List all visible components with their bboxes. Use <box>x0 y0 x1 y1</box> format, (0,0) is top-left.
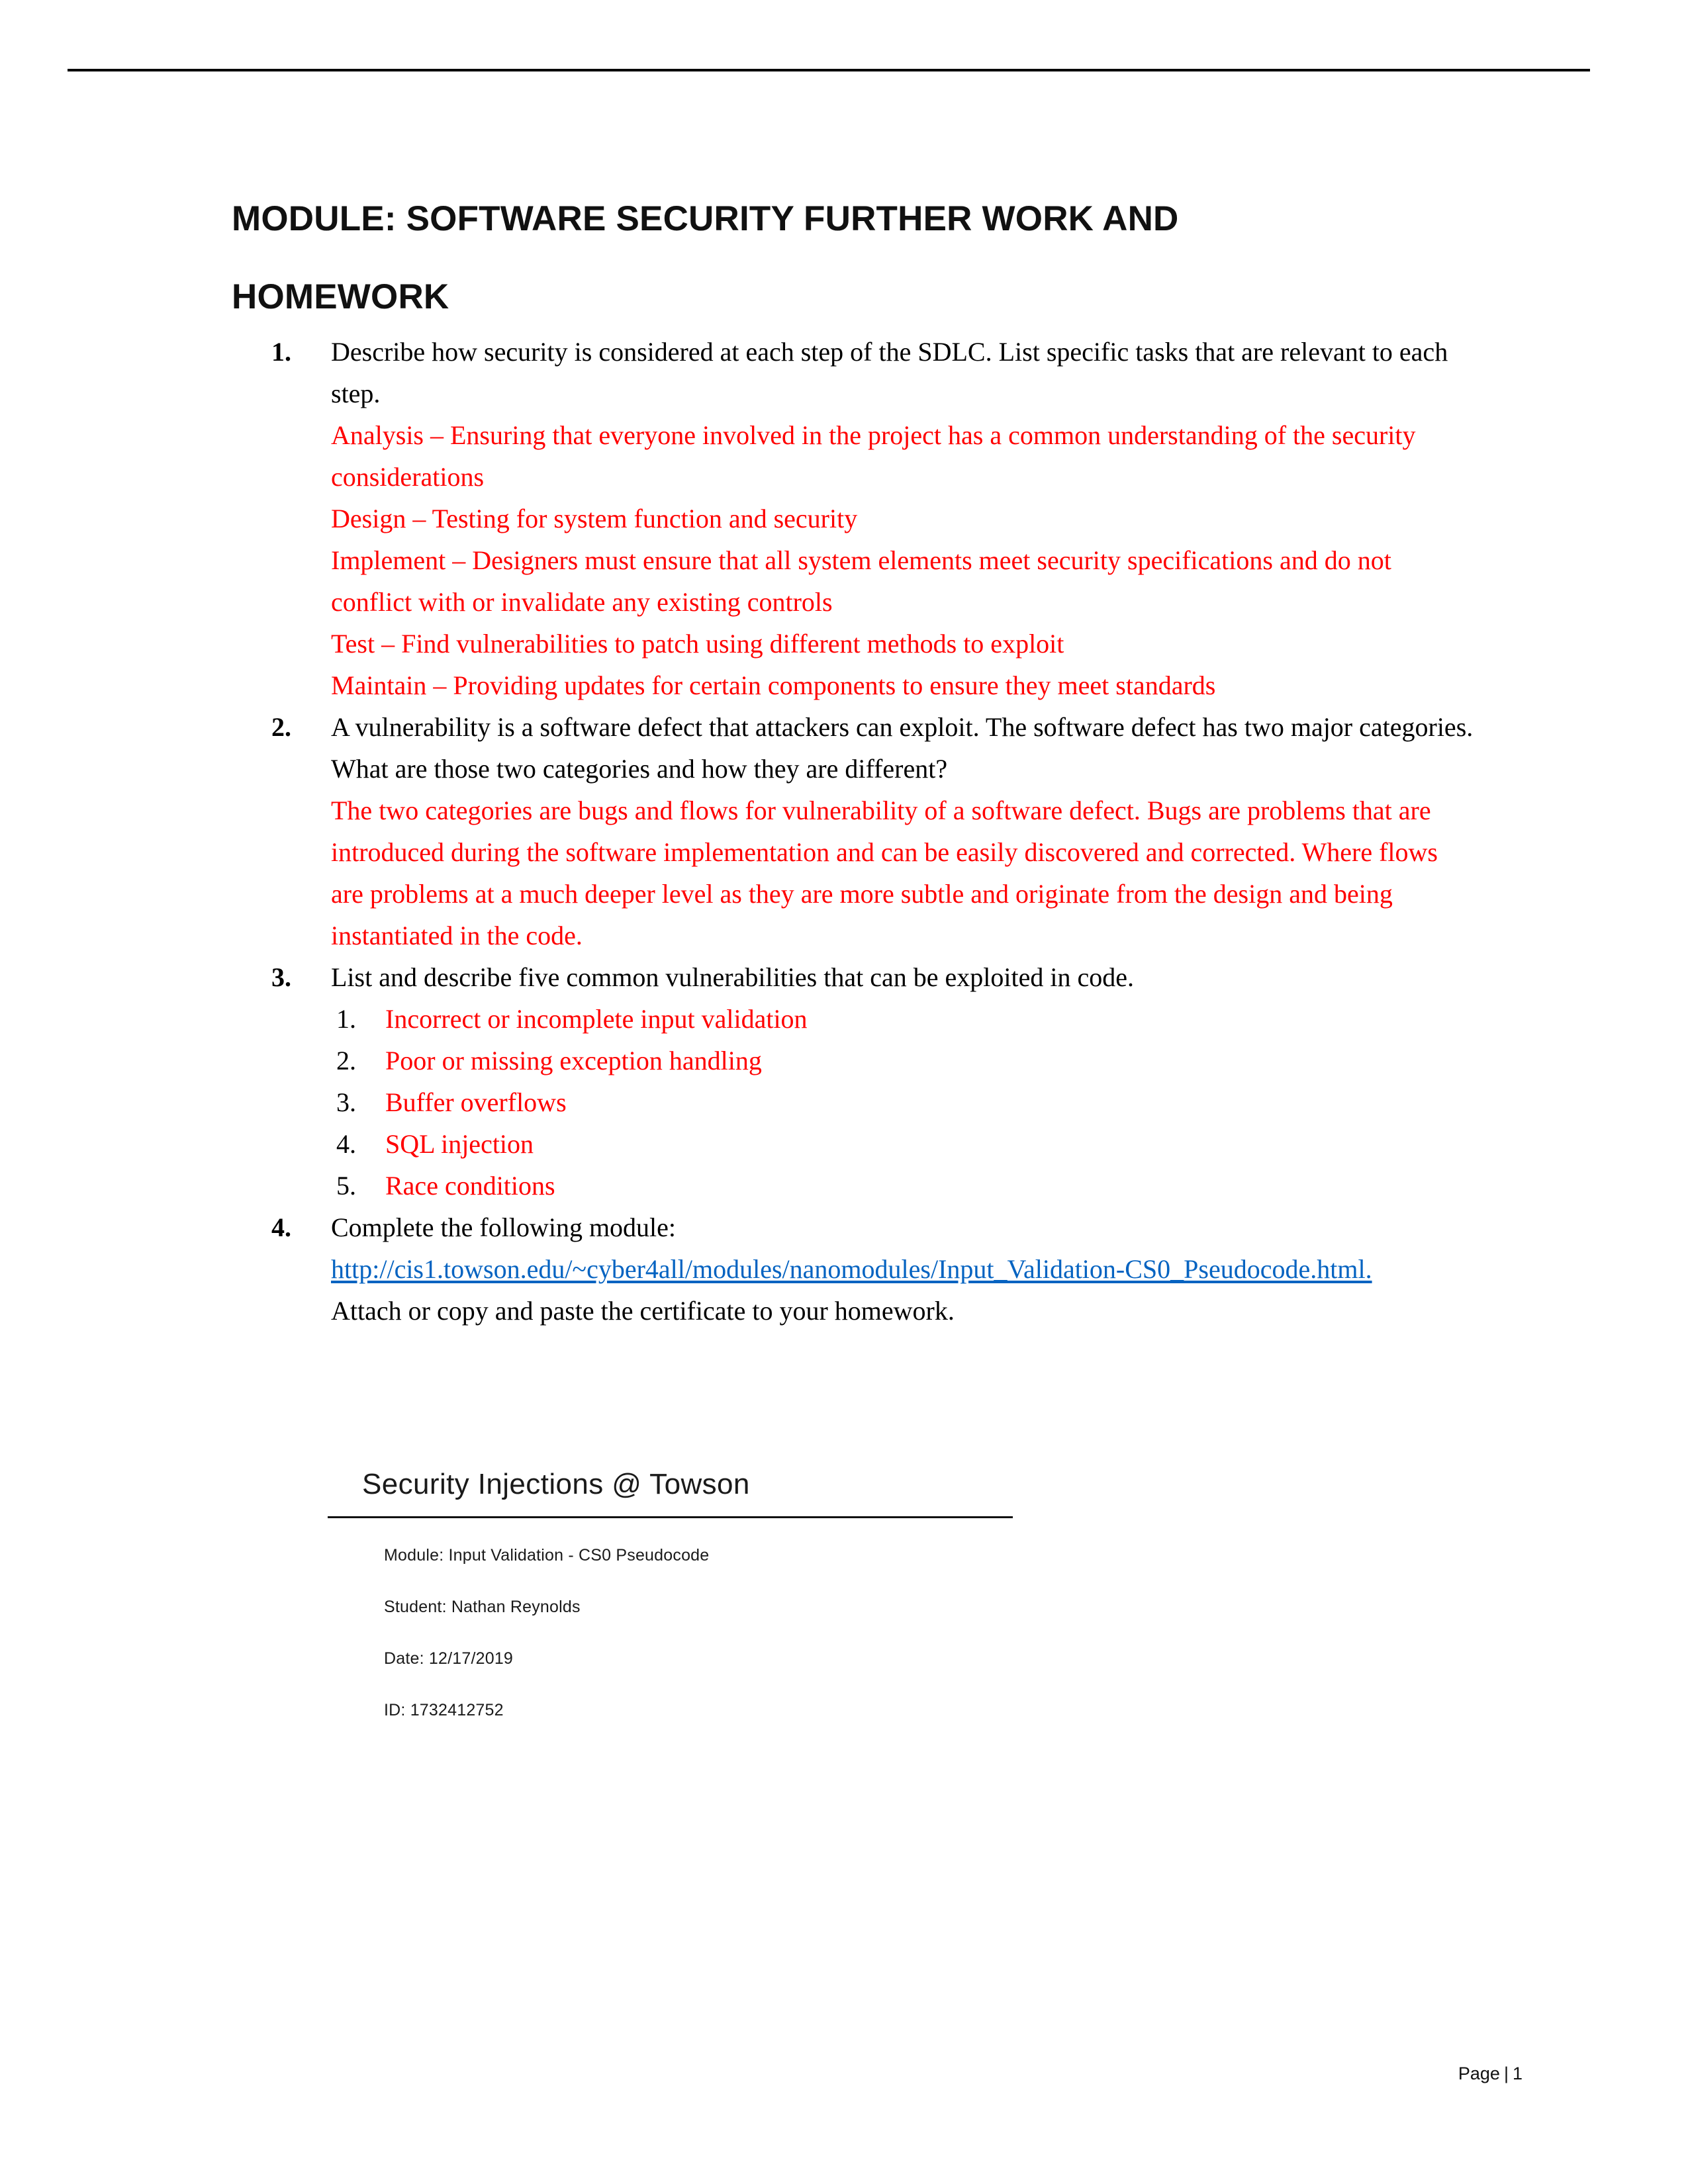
list-item-1-body: Describe how security is considered at e… <box>331 331 1476 706</box>
list-item-1: 1. Describe how security is considered a… <box>0 331 1688 706</box>
sublist-item-3-number: 3. <box>336 1087 356 1117</box>
list-item-1-number: 1. <box>271 337 291 367</box>
sublist-item: 1. Incorrect or incomplete input validat… <box>331 998 1476 1040</box>
answer-2-text: The two categories are bugs and flows fo… <box>331 796 1438 950</box>
module-link-wrapper: http://cis1.towson.edu/~cyber4all/module… <box>331 1248 1476 1290</box>
footer-page-number: 1 <box>1512 2064 1523 2083</box>
answer-1-line-analysis: Analysis – Ensuring that everyone involv… <box>331 420 1416 492</box>
certificate-student-line: Student: Nathan Reynolds <box>384 1598 581 1616</box>
page-title: MODULE: SOFTWARE SECURITY FURTHER WORK A… <box>232 180 1436 336</box>
answer-1-line-design: Design – Testing for system function and… <box>331 504 858 533</box>
list-item-3-number: 3. <box>271 962 291 992</box>
sublist-item-1-text: Incorrect or incomplete input validation <box>385 1004 808 1034</box>
certificate-heading: Security Injections @ Towson <box>362 1468 750 1500</box>
question-4-text: Complete the following module: <box>331 1212 677 1242</box>
certificate-fields: Module: Input Validation - CS0 Pseudocod… <box>384 1543 1029 1722</box>
list-item-2-body: A vulnerability is a software defect tha… <box>331 706 1476 956</box>
footer-separator: | <box>1503 2064 1509 2083</box>
page-title-line-1: MODULE: SOFTWARE SECURITY FURTHER WORK A… <box>232 199 1179 238</box>
sublist-item: 5. Race conditions <box>331 1165 1476 1206</box>
vulnerability-sublist: 1. Incorrect or incomplete input validat… <box>331 998 1476 1206</box>
certificate-divider <box>328 1516 1013 1518</box>
certificate-date-line: Date: 12/17/2019 <box>384 1649 514 1668</box>
question-3-text: List and describe five common vulnerabil… <box>331 962 1134 992</box>
document-body: 1. Describe how security is considered a… <box>0 331 1688 1332</box>
page-title-line-2: HOMEWORK <box>232 277 449 316</box>
sublist-item-5-text: Race conditions <box>385 1171 555 1201</box>
sublist-item: 2. Poor or missing exception handling <box>331 1040 1476 1081</box>
sublist-item-4-number: 4. <box>336 1129 356 1159</box>
list-item-3-body: List and describe five common vulnerabil… <box>331 956 1476 1206</box>
question-4-instruction: Attach or copy and paste the certificate… <box>331 1296 955 1326</box>
sublist-item-1-number: 1. <box>336 1004 356 1034</box>
answer-1-line-implement: Implement – Designers must ensure that a… <box>331 545 1391 617</box>
header-divider <box>68 69 1590 71</box>
list-item-4: 4. Complete the following module: http:/… <box>0 1206 1688 1332</box>
certificate-module-line: Module: Input Validation - CS0 Pseudocod… <box>384 1546 710 1565</box>
footer-page-label: Page <box>1458 2064 1500 2083</box>
certificate-block: Security Injections @ Towson Module: Inp… <box>328 1466 1029 1722</box>
certificate-id-line: ID: 1732412752 <box>384 1701 504 1719</box>
sublist-item: 4. SQL injection <box>331 1123 1476 1165</box>
sublist-item-3-text: Buffer overflows <box>385 1087 567 1117</box>
list-item-2-number: 2. <box>271 712 291 742</box>
sublist-item-2-text: Poor or missing exception handling <box>385 1046 762 1075</box>
sublist-item-4-text: SQL injection <box>385 1129 534 1159</box>
module-hyperlink[interactable]: http://cis1.towson.edu/~cyber4all/module… <box>331 1254 1372 1284</box>
document-page: MODULE: SOFTWARE SECURITY FURTHER WORK A… <box>0 0 1688 2184</box>
question-2-text: A vulnerability is a software defect tha… <box>331 712 1474 784</box>
question-1-text: Describe how security is considered at e… <box>331 337 1448 408</box>
sublist-item-5-number: 5. <box>336 1171 356 1201</box>
list-item-4-number: 4. <box>271 1212 291 1242</box>
answer-1-line-test: Test – Find vulnerabilities to patch usi… <box>331 629 1064 659</box>
answer-1-line-maintain: Maintain – Providing updates for certain… <box>331 670 1216 700</box>
list-item-4-body: Complete the following module: http://ci… <box>331 1206 1476 1332</box>
list-item-3: 3. List and describe five common vulnera… <box>0 956 1688 1206</box>
sublist-item: 3. Buffer overflows <box>331 1081 1476 1123</box>
list-item-2: 2. A vulnerability is a software defect … <box>0 706 1688 956</box>
sublist-item-2-number: 2. <box>336 1046 356 1075</box>
page-footer: Page | 1 <box>0 2064 1523 2084</box>
